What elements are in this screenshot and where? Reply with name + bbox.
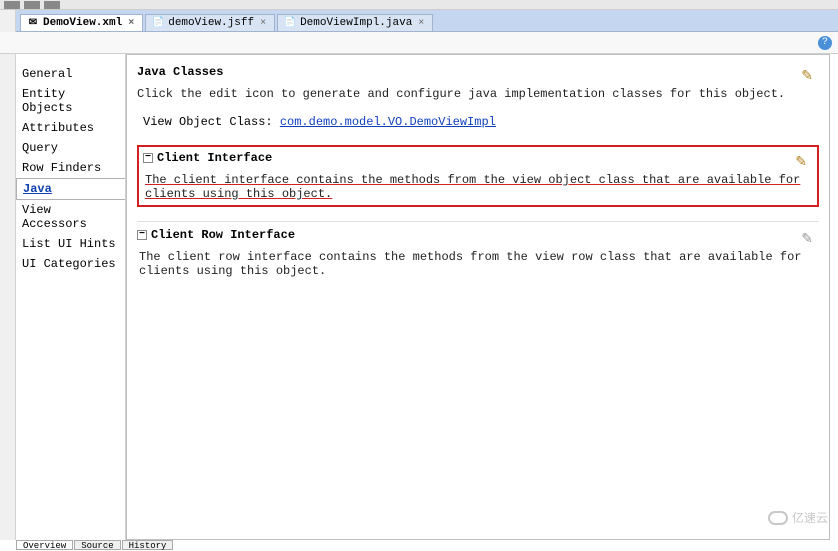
bottom-tabs: Overview Source History bbox=[16, 540, 174, 550]
client-interface-section: − Client Interface ✎ The client interfac… bbox=[137, 145, 819, 207]
file-tab-demoview-xml[interactable]: ✉ DemoView.xml × bbox=[20, 14, 143, 31]
heading-text: Client Interface bbox=[157, 151, 272, 165]
client-row-interface-desc: The client row interface contains the me… bbox=[137, 250, 819, 278]
bottom-tab-history[interactable]: History bbox=[122, 540, 174, 550]
toolbar-icon[interactable] bbox=[44, 1, 60, 9]
java-classes-desc: Click the edit icon to generate and conf… bbox=[137, 87, 819, 101]
xml-file-icon: ✉ bbox=[27, 17, 39, 29]
editor-gutter bbox=[0, 10, 16, 540]
client-row-interface-heading-row: − Client Row Interface ✎ bbox=[137, 228, 819, 250]
sidebar-item-ui-categories[interactable]: UI Categories bbox=[16, 254, 125, 274]
sidebar-nav: General Entity Objects Attributes Query … bbox=[16, 54, 126, 540]
pencil-icon[interactable]: ✎ bbox=[801, 68, 813, 85]
pencil-icon[interactable]: ✎ bbox=[801, 231, 813, 248]
bottom-tab-source[interactable]: Source bbox=[74, 540, 120, 550]
java-classes-heading-row: Java Classes ✎ bbox=[137, 65, 819, 87]
help-icon[interactable]: ? bbox=[818, 36, 832, 50]
main-panel: Java Classes ✎ Click the edit icon to ge… bbox=[126, 54, 830, 540]
close-icon[interactable]: × bbox=[126, 18, 136, 29]
sidebar-item-entity-objects[interactable]: Entity Objects bbox=[16, 84, 125, 118]
close-icon[interactable]: × bbox=[258, 18, 268, 29]
heading-text: Client Row Interface bbox=[151, 228, 295, 242]
editor-body: General Entity Objects Attributes Query … bbox=[16, 54, 830, 540]
voc-label: View Object Class: bbox=[143, 115, 280, 129]
jsff-file-icon: 📄 bbox=[152, 17, 164, 29]
java-classes-heading: Java Classes bbox=[137, 65, 223, 79]
file-tabs-row: ✉ DemoView.xml × 📄 demoView.jsff × 📄 Dem… bbox=[0, 10, 838, 32]
client-row-interface-heading: − Client Row Interface bbox=[137, 228, 295, 242]
collapse-icon[interactable]: − bbox=[143, 153, 153, 163]
sidebar-item-general[interactable]: General bbox=[16, 64, 125, 84]
sidebar-item-java[interactable]: Java bbox=[16, 178, 125, 200]
java-file-icon: 📄 bbox=[284, 17, 296, 29]
file-tab-demoviewimpl-java[interactable]: 📄 DemoViewImpl.java × bbox=[277, 14, 433, 31]
view-object-class-row: View Object Class: com.demo.model.VO.Dem… bbox=[137, 115, 819, 129]
toolbar-icon[interactable] bbox=[4, 1, 20, 9]
tab-label: DemoView.xml bbox=[43, 17, 122, 29]
tab-label: demoView.jsff bbox=[168, 17, 254, 29]
voc-link[interactable]: com.demo.model.VO.DemoViewImpl bbox=[280, 115, 496, 129]
toolbar-icon[interactable] bbox=[24, 1, 40, 9]
client-row-interface-section: − Client Row Interface ✎ The client row … bbox=[137, 221, 819, 278]
bottom-tab-overview[interactable]: Overview bbox=[16, 540, 73, 550]
sidebar-item-list-ui-hints[interactable]: List UI Hints bbox=[16, 234, 125, 254]
sidebar-item-attributes[interactable]: Attributes bbox=[16, 118, 125, 138]
sub-toolbar: ? bbox=[0, 32, 838, 54]
client-interface-heading-row: − Client Interface ✎ bbox=[143, 151, 813, 173]
tab-label: DemoViewImpl.java bbox=[300, 17, 412, 29]
file-tab-demoview-jsff[interactable]: 📄 demoView.jsff × bbox=[145, 14, 275, 31]
sidebar-item-row-finders[interactable]: Row Finders bbox=[16, 158, 125, 178]
top-toolbar bbox=[0, 0, 838, 10]
client-interface-heading: − Client Interface bbox=[143, 151, 272, 165]
sidebar-item-view-accessors[interactable]: View Accessors bbox=[16, 200, 125, 234]
sidebar-item-query[interactable]: Query bbox=[16, 138, 125, 158]
close-icon[interactable]: × bbox=[416, 18, 426, 29]
collapse-icon[interactable]: − bbox=[137, 230, 147, 240]
pencil-icon[interactable]: ✎ bbox=[795, 154, 807, 171]
client-interface-desc: The client interface contains the method… bbox=[143, 173, 813, 201]
